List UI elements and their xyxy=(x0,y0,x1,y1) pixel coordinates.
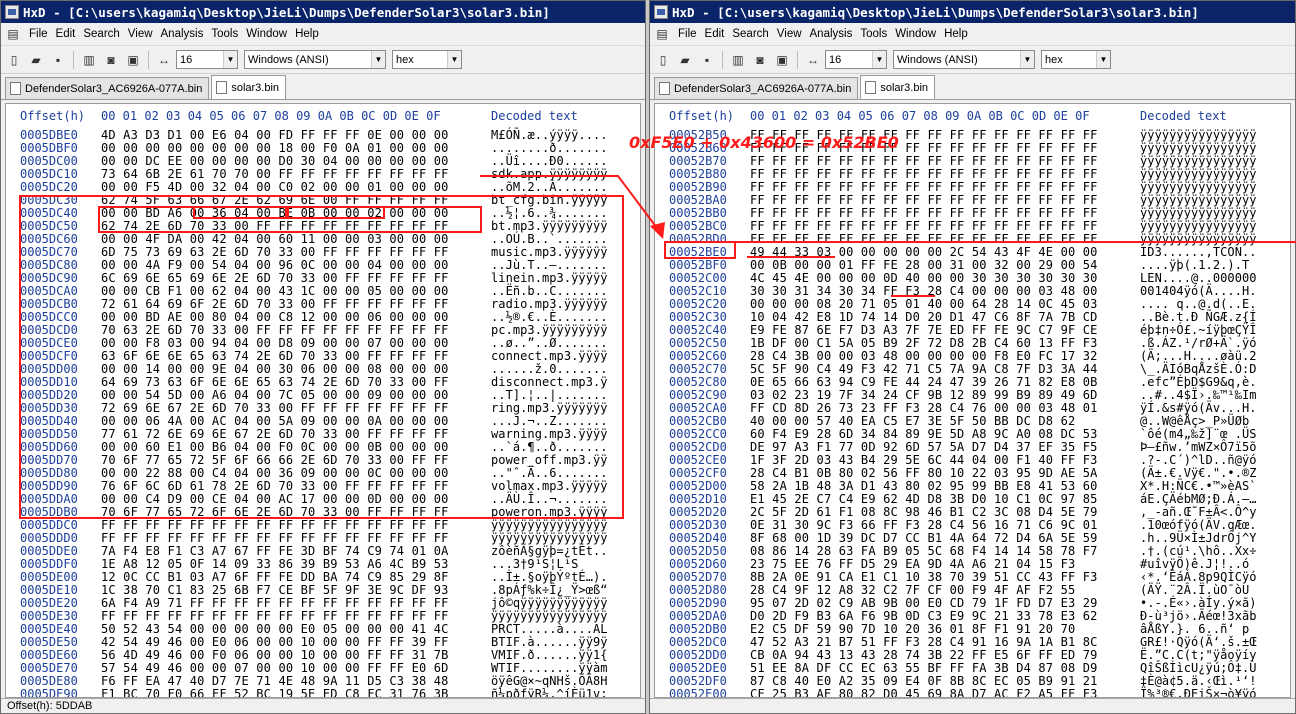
menu-bar: ▤ File Edit Search View Analysis Tools W… xyxy=(1,23,645,46)
menu-help[interactable]: Help xyxy=(940,28,972,40)
tab-defender-bin[interactable]: DefenderSolar3_AC6926A-077A.bin xyxy=(654,77,859,99)
file-icon xyxy=(10,82,21,95)
column-header: 00 01 02 03 04 05 06 07 08 09 0A 0B 0C 0… xyxy=(101,109,441,123)
chevron-down-icon: ▼ xyxy=(447,51,461,68)
menu-view[interactable]: View xyxy=(773,28,806,40)
file-icon xyxy=(865,81,877,94)
row-hex-bytes[interactable]: F1 BC 70 F0 66 FF 52 BC 19 5E ED C8 FC 3… xyxy=(101,688,449,698)
hxd-app-icon xyxy=(654,5,668,19)
row-offset: 0005DE90 xyxy=(20,687,78,698)
toolbar-divider xyxy=(797,50,798,69)
hxd-window-left: HxD - [C:\users\kagamiq\Desktop\JieLi\Du… xyxy=(0,0,646,714)
menu-file[interactable]: File xyxy=(674,28,701,40)
file-tabs: DefenderSolar3_AC6926A-077A.bin solar3.b… xyxy=(1,74,645,100)
chevron-down-icon: ▼ xyxy=(1020,51,1034,68)
offset-formula-annotation: 0xF5E0 + 0x43600 = 0x52BE0 xyxy=(629,133,899,152)
toolbar: ▯ ▰ ▪ ▥ ◙ ▣ ↔ 16 ▼ Windows (ANSI) ▼ hex ▼ xyxy=(650,46,1295,74)
menu-help[interactable]: Help xyxy=(291,28,323,40)
toolbar-divider xyxy=(73,50,74,69)
menu-edit[interactable]: Edit xyxy=(701,28,729,40)
offset-header: Offset(h) xyxy=(20,109,86,123)
file-tabs: DefenderSolar3_AC6926A-077A.bin solar3.b… xyxy=(650,74,1295,100)
tab-solar3-bin[interactable]: solar3.bin xyxy=(860,75,936,99)
title-bar[interactable]: HxD - [C:\users\kagamiq\Desktop\JieLi\Du… xyxy=(650,1,1295,23)
toolbar-divider xyxy=(148,50,149,69)
status-bar xyxy=(650,698,1295,713)
menu-file[interactable]: File xyxy=(25,28,52,40)
charset-select[interactable]: Windows (ANSI) ▼ xyxy=(244,50,386,69)
save-icon[interactable]: ▪ xyxy=(697,50,717,70)
row-decoded-text[interactable]: Ï%³®€‚ÐEiŠ×¬ò¥ÿó xyxy=(1140,688,1257,698)
column-header: 00 01 02 03 04 05 06 07 08 09 0A 0B 0C 0… xyxy=(750,109,1090,123)
chevron-down-icon: ▼ xyxy=(872,51,886,68)
window-title: HxD - [C:\users\kagamiq\Desktop\JieLi\Du… xyxy=(672,4,1199,20)
row-hex-bytes[interactable]: CF 25 B3 AE 80 82 D0 45 69 8A D7 AC F2 A… xyxy=(750,688,1098,698)
title-bar[interactable]: HxD - [C:\users\kagamiq\Desktop\JieLi\Du… xyxy=(1,1,645,23)
menu-bar: ▤ File Edit Search View Analysis Tools W… xyxy=(650,23,1295,46)
menu-edit[interactable]: Edit xyxy=(52,28,80,40)
row-offset: 00052E00 xyxy=(669,687,727,698)
menu-view[interactable]: View xyxy=(124,28,157,40)
bytes-per-row-icon: ↔ xyxy=(158,52,170,67)
toolbar: ▯ ▰ ▪ ▥ ◙ ▣ ↔ 16 ▼ Windows (ANSI) ▼ hex ▼ xyxy=(1,46,645,74)
menu-analysis[interactable]: Analysis xyxy=(157,28,208,40)
hex-row[interactable]: 00052E00 CF 25 B3 AE 80 82 D0 45 69 8A D7… xyxy=(655,688,1290,698)
hxd-window-right: HxD - [C:\users\kagamiq\Desktop\JieLi\Du… xyxy=(649,0,1296,714)
process-icon[interactable]: ▣ xyxy=(772,50,792,70)
hex-row[interactable]: 0005DE90 F1 BC 70 F0 66 FF 52 BC 19 5E ED… xyxy=(6,688,640,698)
chevron-down-icon: ▼ xyxy=(223,51,237,68)
status-bar: Offset(h): 5DDAB xyxy=(1,698,645,713)
hxd-app-icon xyxy=(5,5,19,19)
menu-window[interactable]: Window xyxy=(242,28,291,40)
disk-icon[interactable]: ◙ xyxy=(750,50,770,70)
toolbar-divider xyxy=(722,50,723,69)
offset-header: Offset(h) xyxy=(669,109,735,123)
charset-select[interactable]: Windows (ANSI) ▼ xyxy=(893,50,1035,69)
file-icon xyxy=(216,81,228,94)
menu-window[interactable]: Window xyxy=(891,28,940,40)
file-icon xyxy=(659,82,670,95)
chevron-down-icon: ▼ xyxy=(1096,51,1110,68)
open-folder-icon[interactable]: ▰ xyxy=(675,50,695,70)
status-offset: Offset(h): 5DDAB xyxy=(7,700,93,712)
menu-search[interactable]: Search xyxy=(728,28,772,40)
ram-icon[interactable]: ▥ xyxy=(79,50,99,70)
new-file-icon[interactable]: ▯ xyxy=(4,50,24,70)
bytes-per-row-select[interactable]: 16 ▼ xyxy=(176,50,238,69)
process-icon[interactable]: ▣ xyxy=(123,50,143,70)
row-decoded-text[interactable]: ñ¼pðfÿR¼.^íÈü1v; xyxy=(491,688,608,698)
tab-defender-bin[interactable]: DefenderSolar3_AC6926A-077A.bin xyxy=(5,77,210,99)
window-title: HxD - [C:\users\kagamiq\Desktop\JieLi\Du… xyxy=(23,4,550,20)
menu-tools[interactable]: Tools xyxy=(207,28,242,40)
hex-editor-pane[interactable]: Offset(h) 00 01 02 03 04 05 06 07 08 09 … xyxy=(654,103,1291,698)
save-icon[interactable]: ▪ xyxy=(48,50,68,70)
display-mode-select[interactable]: hex ▼ xyxy=(392,50,462,69)
bytes-per-row-icon: ↔ xyxy=(807,52,819,67)
tab-solar3-bin[interactable]: solar3.bin xyxy=(211,75,287,99)
document-icon[interactable]: ▤ xyxy=(5,27,21,41)
hex-editor-pane[interactable]: Offset(h) 00 01 02 03 04 05 06 07 08 09 … xyxy=(5,103,641,698)
display-mode-select[interactable]: hex ▼ xyxy=(1041,50,1111,69)
new-file-icon[interactable]: ▯ xyxy=(653,50,673,70)
document-icon[interactable]: ▤ xyxy=(654,27,670,41)
decoded-text-header: Decoded text xyxy=(491,109,578,123)
disk-icon[interactable]: ◙ xyxy=(101,50,121,70)
chevron-down-icon: ▼ xyxy=(371,51,385,68)
menu-analysis[interactable]: Analysis xyxy=(806,28,857,40)
menu-search[interactable]: Search xyxy=(79,28,123,40)
menu-tools[interactable]: Tools xyxy=(856,28,891,40)
open-folder-icon[interactable]: ▰ xyxy=(26,50,46,70)
decoded-text-header: Decoded text xyxy=(1140,109,1227,123)
ram-icon[interactable]: ▥ xyxy=(728,50,748,70)
bytes-per-row-select[interactable]: 16 ▼ xyxy=(825,50,887,69)
